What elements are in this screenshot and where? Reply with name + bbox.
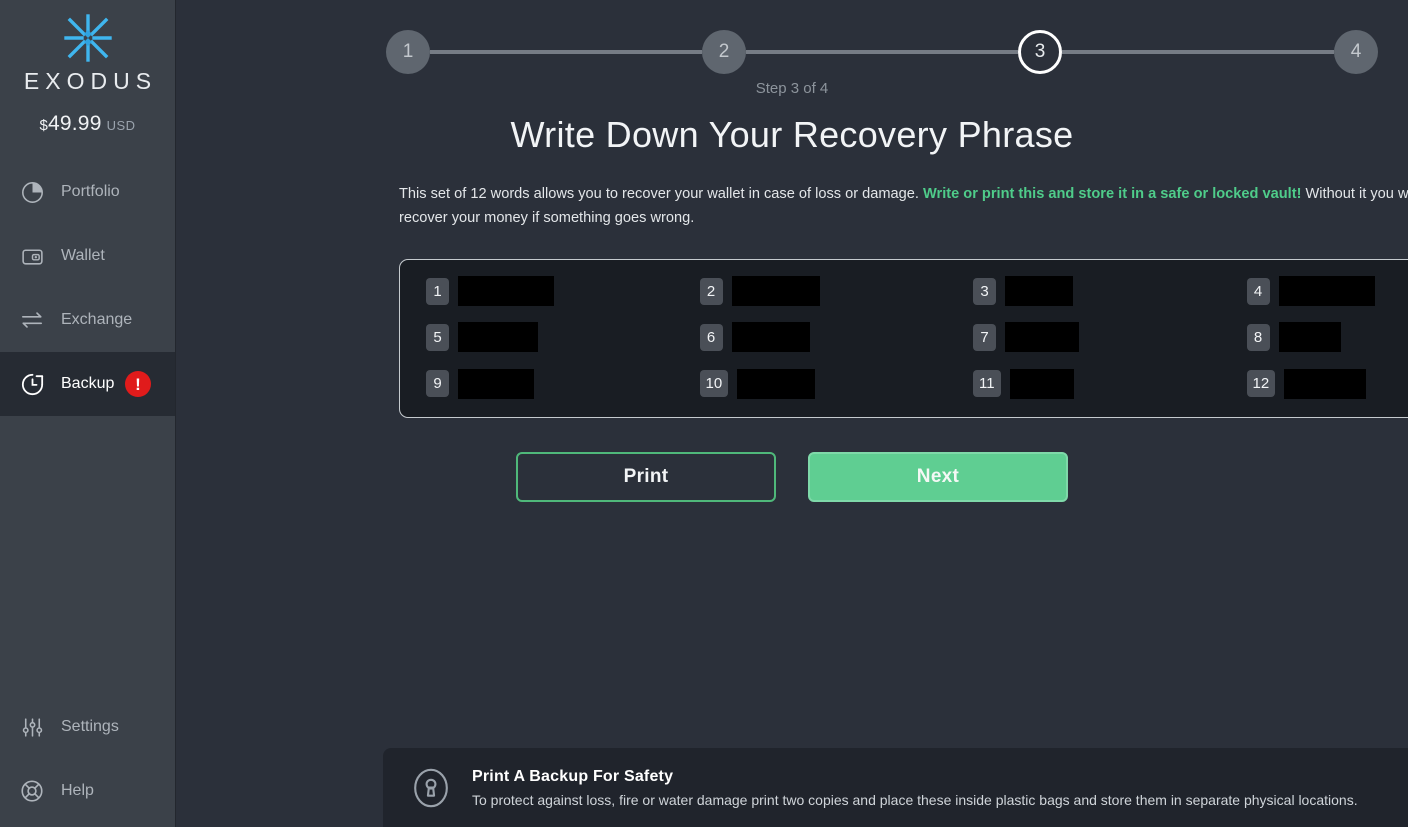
backup-safety-banner: Print A Backup For Safety To protect aga… <box>383 748 1408 827</box>
recovery-phrase-grid: 1 2 3 4 5 6 7 8 9 10 11 12 <box>399 259 1408 418</box>
recovery-word-redaction <box>737 368 816 399</box>
sidebar-item-label: Settings <box>61 718 119 735</box>
sidebar-item-label: Portfolio <box>61 183 120 200</box>
recovery-word-cell: 2 <box>699 268 974 314</box>
balance-display: $49.99 USD <box>39 112 135 136</box>
brand-name: EXODUS <box>23 68 158 94</box>
recovery-word-number: 10 <box>699 370 729 398</box>
sidebar-item-label: Wallet <box>61 247 105 264</box>
recovery-word-cell: 1 <box>426 268 700 314</box>
recovery-word-number: 7 <box>973 323 996 351</box>
wallet-icon <box>18 242 46 270</box>
sidebar: EXODUS $49.99 USD Portfolio Wallet Excha… <box>0 0 176 827</box>
description-highlight: Write or print this and store it in a sa… <box>923 186 1302 202</box>
banner-subtitle: To protect against loss, fire or water d… <box>472 791 1358 808</box>
primary-nav: Portfolio Wallet Exchange Backup ! <box>0 160 175 416</box>
sidebar-item-exchange[interactable]: Exchange <box>0 288 175 352</box>
sidebar-item-backup[interactable]: Backup ! <box>0 352 175 416</box>
recovery-word-number: 9 <box>426 370 449 398</box>
pie-chart-icon <box>18 178 46 206</box>
recovery-word-cell: 10 <box>699 361 974 407</box>
balance-currency-code: USD <box>106 118 136 133</box>
step-caption: Step 3 of 4 <box>755 80 829 97</box>
sidebar-item-settings[interactable]: Settings <box>0 695 175 759</box>
step-connector-3-4 <box>1062 50 1334 54</box>
recovery-word-redaction <box>1284 368 1367 399</box>
step-connector-1-2 <box>430 50 702 54</box>
recovery-word-number: 4 <box>1246 277 1270 305</box>
recovery-word-cell: 3 <box>973 268 1247 314</box>
recovery-word-cell: 5 <box>426 314 700 360</box>
page-title: Write Down Your Recovery Phrase <box>510 114 1074 155</box>
balance-amount: 49.99 <box>48 112 102 135</box>
next-button[interactable]: Next <box>808 452 1068 502</box>
recovery-word-redaction <box>731 322 810 353</box>
recovery-word-cell: 7 <box>973 314 1247 360</box>
step-indicator-1[interactable]: 1 <box>386 30 430 74</box>
sidebar-item-label: Exchange <box>61 311 133 328</box>
sidebar-item-help[interactable]: Help <box>0 759 175 823</box>
recovery-word-number: 11 <box>973 370 1001 398</box>
progress-stepper: 1 2 3 4 <box>386 30 1378 74</box>
recovery-word-number: 2 <box>699 277 723 305</box>
recovery-word-redaction <box>458 276 554 307</box>
keyhole-lock-icon <box>407 765 455 811</box>
recovery-word-number: 3 <box>973 277 996 305</box>
recovery-word-cell: 8 <box>1246 314 1408 360</box>
banner-title: Print A Backup For Safety <box>472 767 674 785</box>
recovery-word-cell: 11 <box>973 361 1247 407</box>
description-part-1: This set of 12 words allows you to recov… <box>399 186 923 202</box>
recovery-word-redaction <box>1005 276 1073 307</box>
recovery-word-number: 6 <box>699 323 723 351</box>
sliders-icon <box>18 713 46 741</box>
exodus-logo-icon <box>60 10 116 66</box>
main-content: 1 2 3 4 Step 3 of 4 Write Down Your Reco… <box>176 0 1408 827</box>
recovery-word-number: 1 <box>426 277 449 305</box>
step-indicator-3[interactable]: 3 <box>1018 30 1062 74</box>
brand-block: EXODUS $49.99 USD <box>0 0 175 136</box>
recovery-word-redaction <box>731 276 820 307</box>
backup-alert-badge[interactable]: ! <box>125 371 151 397</box>
balance-currency-symbol: $ <box>39 117 49 134</box>
recovery-word-cell: 4 <box>1246 268 1408 314</box>
recovery-word-cell: 6 <box>699 314 974 360</box>
recovery-word-redaction <box>458 322 538 353</box>
recovery-word-redaction <box>1005 322 1079 353</box>
step-indicator-2[interactable]: 2 <box>702 30 746 74</box>
recovery-word-redaction <box>1009 368 1074 399</box>
recovery-word-number: 12 <box>1246 370 1276 398</box>
secondary-nav: Settings Help <box>0 695 175 827</box>
action-button-row: Print Next <box>176 452 1408 502</box>
banner-text-block: Print A Backup For Safety To protect aga… <box>472 768 1358 808</box>
life-ring-icon <box>18 777 46 805</box>
recovery-word-redaction <box>458 368 534 399</box>
step-connector-2-3 <box>746 50 1018 54</box>
app-root: EXODUS $49.99 USD Portfolio Wallet Excha… <box>0 0 1408 827</box>
history-clock-icon <box>18 370 46 398</box>
sidebar-item-wallet[interactable]: Wallet <box>0 224 175 288</box>
print-button[interactable]: Print <box>516 452 776 502</box>
recovery-word-number: 8 <box>1246 323 1270 351</box>
recovery-word-redaction <box>1278 322 1341 353</box>
sidebar-item-label: Backup <box>61 375 115 392</box>
recovery-word-number: 5 <box>426 323 449 351</box>
sidebar-item-label: Help <box>61 782 94 799</box>
sidebar-item-portfolio[interactable]: Portfolio <box>0 160 175 224</box>
recovery-word-cell: 9 <box>426 361 700 407</box>
step-indicator-4[interactable]: 4 <box>1334 30 1378 74</box>
recovery-word-redaction <box>1278 276 1375 307</box>
exchange-arrows-icon <box>18 306 46 334</box>
recovery-word-cell: 12 <box>1246 361 1408 407</box>
recovery-description: This set of 12 words allows you to recov… <box>399 182 1408 230</box>
